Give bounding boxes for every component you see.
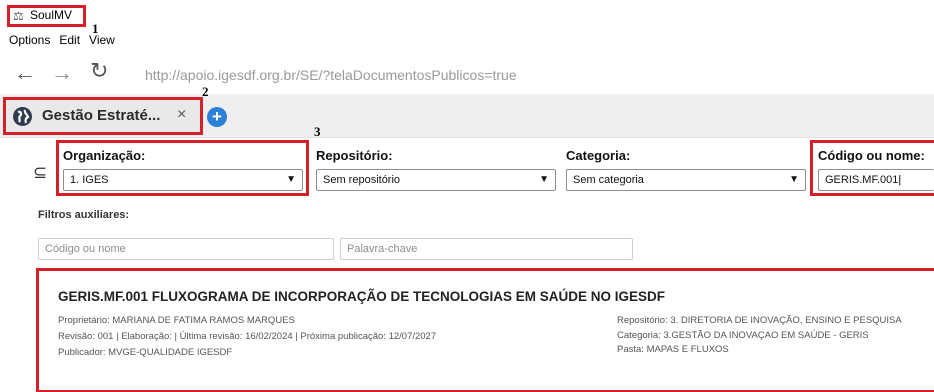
- document-title-link[interactable]: GERIS.MF.001 FLUXOGRAMA DE INCORPORAÇÃO …: [58, 289, 665, 304]
- document-owner: Proprietário: MARIANA DE FATIMA RAMOS MA…: [58, 315, 295, 326]
- codigo-input[interactable]: GERIS.MF.001|: [818, 169, 934, 191]
- soulmv-icon: ⚖: [13, 9, 24, 23]
- filter-list-icon[interactable]: ⊆: [33, 163, 47, 183]
- text-cursor: |: [898, 174, 902, 186]
- document-repository: Repositório: 3. DIRETORIA DE INOVAÇÃO, E…: [617, 315, 902, 326]
- callout-3: 3: [314, 124, 321, 139]
- address-url[interactable]: http://apoio.igesdf.org.br/SE/?telaDocum…: [145, 67, 517, 83]
- codigo-label: Código ou nome:: [818, 148, 925, 163]
- add-tab-button[interactable]: +: [207, 107, 227, 127]
- document-revision: Revisão: 001 | Elaboração: | Última revi…: [58, 331, 437, 342]
- tab-label: Gestão Estraté...: [42, 107, 161, 124]
- chevron-down-icon: ▼: [286, 174, 296, 185]
- app-title: SoulMV: [30, 8, 73, 22]
- organizacao-select[interactable]: 1. IGES ▼: [63, 169, 303, 191]
- organizacao-value: 1. IGES: [70, 174, 109, 186]
- chevron-down-icon: ▼: [539, 174, 549, 185]
- organizacao-label: Organização:: [63, 148, 146, 163]
- forward-arrow-icon[interactable]: →: [51, 60, 73, 86]
- globe-icon: [13, 107, 32, 126]
- chevron-down-icon: ▼: [789, 174, 799, 185]
- callout-2: 2: [202, 84, 209, 99]
- menu-view[interactable]: View: [89, 33, 115, 47]
- repositorio-label: Repositório:: [316, 148, 393, 163]
- menu-options[interactable]: Options: [9, 33, 50, 47]
- menu-edit[interactable]: Edit: [59, 33, 80, 47]
- repositorio-select[interactable]: Sem repositório ▼: [316, 169, 556, 191]
- codigo-value: GERIS.MF.001: [825, 174, 899, 186]
- aux-code-input[interactable]: Código ou nome: [38, 238, 334, 260]
- close-icon[interactable]: ×: [177, 106, 186, 124]
- document-folder: Pasta: MAPAS E FLUXOS: [617, 344, 729, 355]
- aux-filters-title: Filtros auxiliares:: [38, 209, 130, 221]
- categoria-label: Categoria:: [566, 148, 631, 163]
- categoria-value: Sem categoria: [573, 174, 644, 186]
- window-titlebar: [0, 0, 934, 26]
- categoria-select[interactable]: Sem categoria ▼: [566, 169, 806, 191]
- reload-icon[interactable]: ↻: [90, 58, 108, 84]
- repositorio-value: Sem repositório: [323, 174, 401, 186]
- back-arrow-icon[interactable]: ←: [14, 60, 36, 86]
- document-category: Categoria: 3.GESTÃO DA INOVAÇAO EM SAÚDE…: [617, 330, 869, 341]
- document-publisher: Publicador: MVGE-QUALIDADE IGESDF: [58, 347, 233, 358]
- aux-keyword-input[interactable]: Palavra-chave: [340, 238, 633, 260]
- menubar: Options Edit View: [0, 33, 124, 51]
